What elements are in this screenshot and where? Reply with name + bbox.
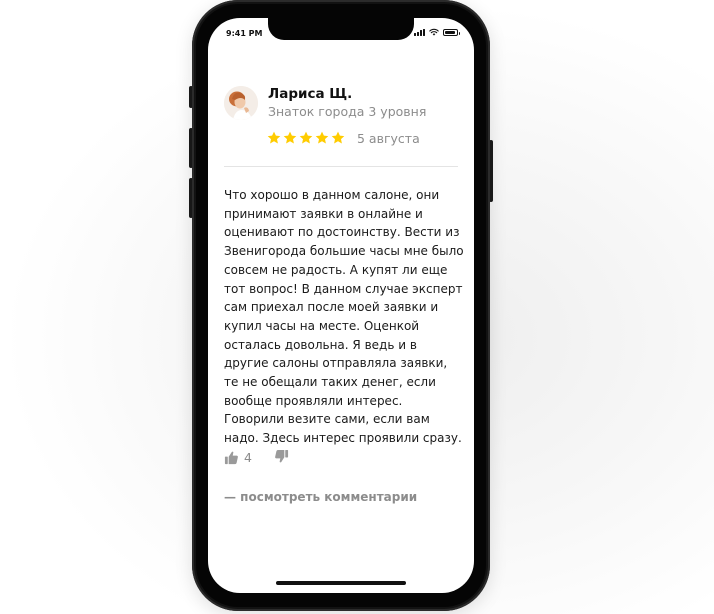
status-time: 9:41 PM: [226, 29, 263, 38]
thumbs-up-icon: [224, 451, 238, 465]
star-rating: [267, 131, 345, 145]
star-icon: [299, 131, 313, 144]
dislike-button[interactable]: [274, 449, 289, 468]
phone-screen: 9:41 PM Лариса Щ. Знаток города 3 уровня…: [208, 18, 474, 593]
notch: [268, 18, 414, 40]
author-name[interactable]: Лариса Щ.: [268, 86, 352, 102]
review-text: Что хорошо в данном салоне, они принимаю…: [224, 188, 464, 446]
review-date: 5 августа: [357, 131, 420, 146]
avatar-photo-icon: [224, 86, 258, 120]
star-icon: [315, 131, 329, 144]
stage: 9:41 PM Лариса Щ. Знаток города 3 уровня…: [0, 0, 714, 614]
battery-icon: [443, 29, 460, 36]
thumbs-down-icon: [275, 449, 289, 463]
view-comments-link[interactable]: — посмотреть комментарии: [224, 490, 417, 504]
star-icon: [331, 131, 345, 144]
avatar: [224, 86, 258, 120]
home-indicator[interactable]: [276, 581, 406, 585]
phone-frame: 9:41 PM Лариса Щ. Знаток города 3 уровня…: [192, 0, 490, 611]
signal-icon: [414, 28, 425, 36]
author-level: Знаток города 3 уровня: [268, 104, 427, 119]
wifi-icon: [429, 28, 439, 36]
divider: [224, 166, 458, 167]
like-count: 4: [244, 450, 252, 465]
like-button[interactable]: 4: [224, 450, 252, 465]
star-icon: [267, 131, 281, 144]
status-icons: [414, 28, 460, 36]
star-icon: [283, 131, 297, 144]
